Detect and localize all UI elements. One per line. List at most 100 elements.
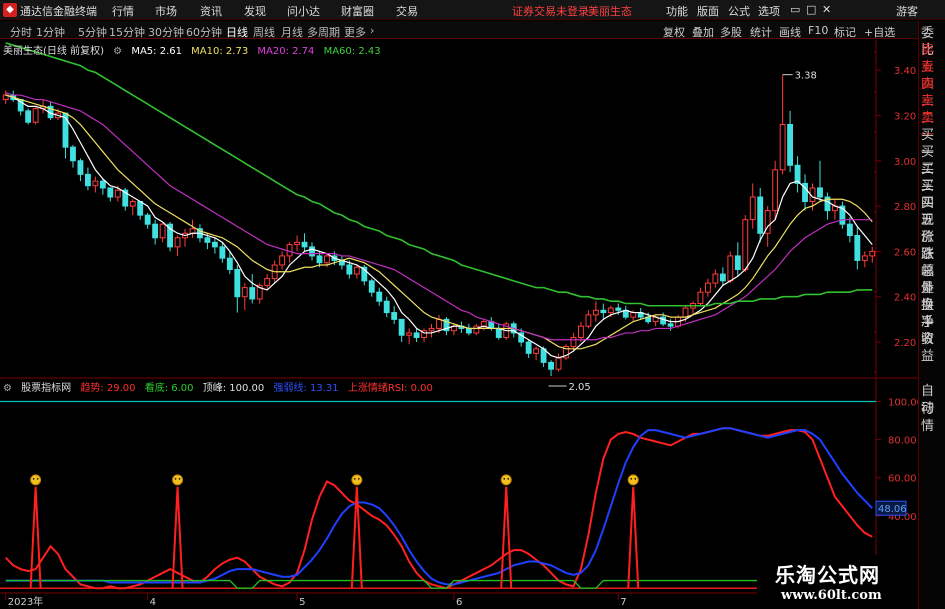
bottom-legend: 看底: 6.00 bbox=[144, 383, 194, 394]
restore-icon[interactable]: □ bbox=[806, 3, 816, 16]
candle-body bbox=[99, 180, 106, 189]
candle-body bbox=[324, 255, 330, 264]
menu-item-discover[interactable]: 发现 bbox=[244, 3, 266, 19]
candle-body bbox=[391, 312, 398, 320]
tab-15min[interactable]: 15分钟 bbox=[109, 24, 145, 40]
candle-body bbox=[32, 108, 39, 123]
peak-legend: 顶峰: 100.00 bbox=[202, 383, 265, 394]
candle-body bbox=[25, 110, 32, 123]
stats-button[interactable]: 统计 bbox=[750, 24, 772, 40]
candle-body bbox=[607, 307, 614, 314]
candle-body bbox=[249, 287, 256, 300]
menu-item-news[interactable]: 资讯 bbox=[200, 3, 222, 19]
draw-line-button[interactable]: 画线 bbox=[779, 24, 801, 40]
candle-body bbox=[413, 332, 420, 338]
menu-item-wealth[interactable]: 财富圈 bbox=[341, 3, 374, 19]
smiley-icon bbox=[500, 474, 512, 486]
candle-body bbox=[428, 327, 435, 332]
smiley-eye bbox=[174, 478, 177, 480]
smiley-eye bbox=[36, 478, 39, 480]
tab-weekly[interactable]: 周线 bbox=[253, 24, 275, 40]
ma5-legend: MA5: 2.61 bbox=[131, 46, 182, 57]
watermark: 乐淘公式网 www.60lt.com bbox=[757, 555, 918, 609]
candle-body bbox=[772, 169, 779, 212]
candle-body bbox=[749, 196, 756, 221]
add-watchlist-button[interactable]: +自选 bbox=[864, 24, 895, 40]
candle-body bbox=[70, 146, 76, 162]
login-notice[interactable]: 证券交易未登录 bbox=[512, 3, 589, 19]
tab-multi-period[interactable]: 多周期 bbox=[307, 24, 340, 40]
tab-daily[interactable]: 日线 bbox=[226, 24, 248, 40]
menu-item-markets[interactable]: 市场 bbox=[155, 3, 177, 19]
menu-item-layout[interactable]: 版面 bbox=[697, 3, 719, 19]
tab-more[interactable]: 更多 bbox=[344, 24, 366, 40]
candle-body bbox=[301, 241, 308, 248]
candle-body bbox=[383, 300, 390, 314]
candle-body bbox=[144, 214, 151, 225]
candle-body bbox=[473, 325, 480, 334]
smiley-eye bbox=[634, 478, 637, 480]
price-tick-label: 3.20 bbox=[894, 111, 916, 122]
f10-button[interactable]: F10 bbox=[808, 24, 828, 37]
smiley-icon bbox=[30, 474, 42, 486]
more-chevron-icon[interactable]: › bbox=[370, 24, 374, 37]
candle-body bbox=[846, 223, 853, 237]
candle-body bbox=[84, 173, 91, 187]
tab-5min[interactable]: 5分钟 bbox=[78, 24, 107, 40]
ma60-legend: MA60: 2.43 bbox=[323, 46, 381, 57]
candle-body bbox=[234, 269, 241, 298]
smiley-icon bbox=[627, 474, 639, 486]
tab-30min[interactable]: 30分钟 bbox=[148, 24, 184, 40]
smiley-eye bbox=[32, 478, 35, 480]
signal-spike bbox=[29, 486, 42, 589]
mark-button[interactable]: 标记 bbox=[834, 24, 856, 40]
menu-item-options[interactable]: 选项 bbox=[758, 3, 780, 19]
candle-body bbox=[114, 189, 121, 198]
date-tick-label: 4 bbox=[150, 597, 156, 608]
adjust-button[interactable]: 复权 bbox=[663, 24, 685, 40]
overlay-button[interactable]: 叠加 bbox=[692, 24, 714, 40]
price-tick-label: 3.00 bbox=[894, 157, 916, 168]
candle-body bbox=[368, 280, 375, 293]
chart-canvas[interactable]: 2.202.402.602.803.003.203.403.382.0540.0… bbox=[0, 40, 918, 609]
candle-body bbox=[92, 180, 99, 187]
smiley-eye bbox=[178, 478, 181, 480]
candle-body bbox=[480, 321, 487, 327]
minimize-icon[interactable]: ▭ bbox=[790, 3, 800, 16]
candle-body bbox=[211, 241, 218, 248]
indicator-gear-icon[interactable]: ⚙ bbox=[3, 383, 12, 394]
menu-item-trade[interactable]: 交易 bbox=[396, 3, 418, 19]
candle-body bbox=[525, 341, 532, 354]
candle-body bbox=[264, 278, 271, 286]
indicator-legend: ⚙ 股票指标网 趋势: 29.00 看底: 6.00 顶峰: 100.00 强弱… bbox=[3, 379, 439, 394]
tab-1min[interactable]: 1分钟 bbox=[36, 24, 65, 40]
indicator-tick-label: 100.00 bbox=[888, 398, 918, 409]
tab-intraday[interactable]: 分时 bbox=[10, 24, 32, 40]
app-logo-icon: ◆ bbox=[3, 3, 17, 17]
menu-item-function[interactable]: 功能 bbox=[666, 3, 688, 19]
price-tick-label: 2.20 bbox=[894, 338, 916, 349]
candle-body bbox=[353, 266, 360, 275]
tab-monthly[interactable]: 月线 bbox=[281, 24, 303, 40]
settings-gear-icon[interactable]: ⚙ bbox=[113, 46, 122, 57]
close-icon[interactable]: ✕ bbox=[822, 3, 831, 16]
candle-body bbox=[615, 307, 622, 311]
guest-label[interactable]: 游客 bbox=[896, 3, 918, 19]
price-tick-label: 2.60 bbox=[894, 247, 916, 258]
candle-body bbox=[159, 223, 166, 239]
smiley-eye bbox=[503, 478, 506, 480]
multi-stock-button[interactable]: 多股 bbox=[720, 24, 742, 40]
side-label-quote[interactable]: 行情 bbox=[921, 401, 945, 435]
watermark-url: www.60lt.com bbox=[781, 588, 882, 603]
menu-item-formula[interactable]: 公式 bbox=[728, 3, 750, 19]
low-annotation: 2.05 bbox=[569, 382, 591, 393]
candle-body bbox=[548, 361, 554, 370]
smiley-icon bbox=[172, 474, 184, 486]
tab-60min[interactable]: 60分钟 bbox=[186, 24, 222, 40]
timeframe-toolbar: 分时 1分钟 5分钟 15分钟 30分钟 60分钟 日线 周线 月线 多周期 更… bbox=[0, 21, 918, 39]
candle-body bbox=[570, 336, 577, 348]
menu-item-ask[interactable]: 问小达 bbox=[287, 3, 320, 19]
candle-body bbox=[854, 235, 861, 261]
menu-item-market[interactable]: 行情 bbox=[112, 3, 134, 19]
candle-body bbox=[578, 325, 584, 338]
